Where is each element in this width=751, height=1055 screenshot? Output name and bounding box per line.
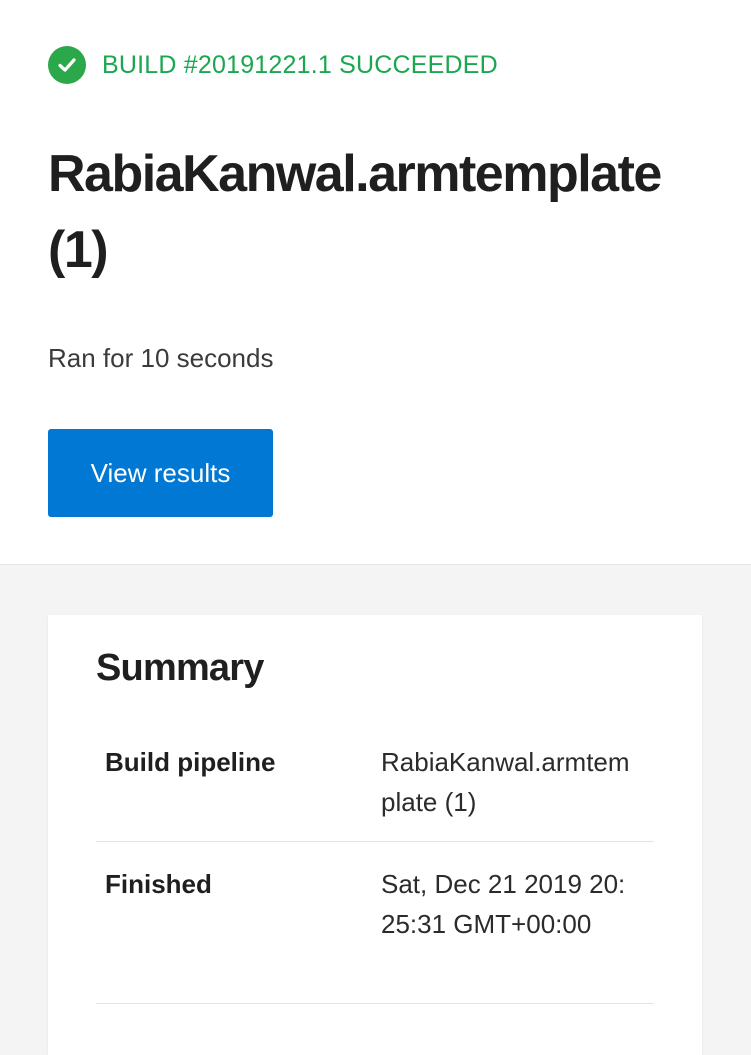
summary-title: Summary	[96, 647, 264, 689]
build-status: BUILD #20191221.1 SUCCEEDED	[48, 46, 498, 84]
summary-row-value: Sat, Dec 21 2019 20:25:31 GMT+00:00	[381, 869, 626, 939]
view-results-button[interactable]: View results	[48, 429, 273, 517]
build-status-text: BUILD #20191221.1 SUCCEEDED	[102, 50, 498, 79]
build-header: BUILD #20191221.1 SUCCEEDED RabiaKanwal.…	[0, 0, 751, 565]
summary-row-build-pipeline: Build pipeline RabiaKanwal.armtemplate (…	[96, 742, 654, 842]
summary-row-value: RabiaKanwal.armtemplate (1)	[381, 747, 630, 817]
summary-row-label: Finished	[105, 869, 212, 899]
summary-row-finished: Finished Sat, Dec 21 2019 20:25:31 GMT+0…	[96, 864, 654, 1004]
summary-row-label: Build pipeline	[105, 747, 276, 777]
run-duration: Ran for 10 seconds	[48, 343, 274, 373]
summary-card: Summary Build pipeline RabiaKanwal.armte…	[48, 615, 702, 1055]
page-title: RabiaKanwal.armtemplate (1)	[48, 145, 662, 279]
check-circle-icon	[48, 46, 86, 84]
